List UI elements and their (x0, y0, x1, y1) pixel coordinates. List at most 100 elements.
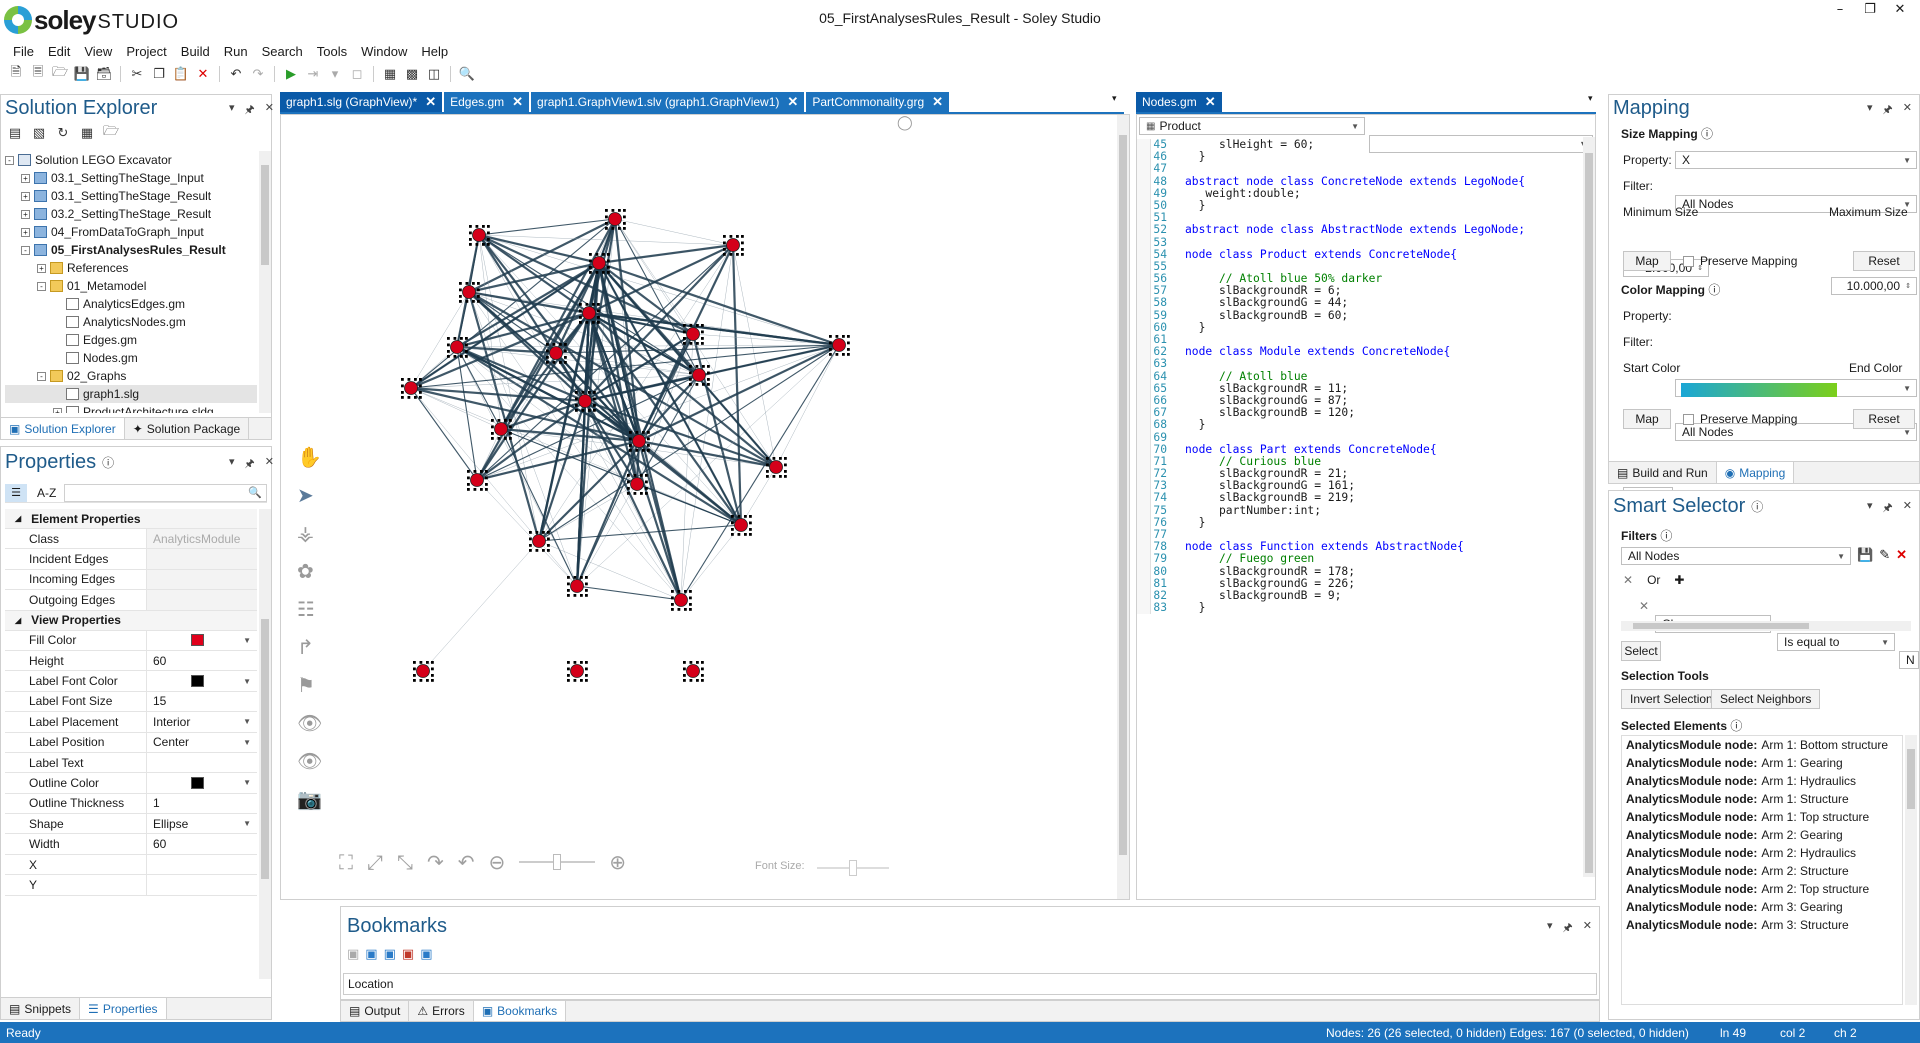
node-shape[interactable] (404, 381, 418, 395)
selection-handle[interactable] (414, 396, 417, 399)
expand-toggle-icon[interactable]: - (21, 245, 30, 255)
selection-handle[interactable] (593, 409, 596, 412)
expand-toggle-icon[interactable]: + (21, 173, 30, 183)
selection-handle[interactable] (407, 378, 411, 381)
find-icon[interactable]: 🔍 (459, 66, 475, 82)
code-line[interactable]: 60 } (1137, 321, 1581, 334)
selection-handle[interactable] (744, 515, 747, 518)
code-line[interactable]: 79 // Fuego green (1137, 553, 1581, 566)
close-icon[interactable]: ✕ (265, 101, 274, 120)
property-value[interactable]: 60 (147, 834, 257, 853)
selection-handle[interactable] (509, 425, 512, 429)
code-line[interactable]: 68 } (1137, 419, 1581, 432)
selection-handle[interactable] (723, 248, 726, 251)
selection-handle[interactable] (744, 533, 747, 536)
graph-edge[interactable] (538, 440, 640, 542)
scroll-thumb[interactable] (1585, 153, 1593, 873)
selection-handle[interactable] (472, 282, 475, 285)
selection-handle[interactable] (602, 253, 605, 256)
or-label[interactable]: Or (1647, 573, 1660, 587)
node-shape[interactable] (470, 473, 484, 487)
code-editor[interactable]: ▦ Product ▼ ▼ 45 slHeight = 60;46 }4748a… (1136, 114, 1596, 900)
selection-handle[interactable] (431, 679, 434, 682)
selection-handle[interactable] (707, 371, 710, 375)
list-item[interactable]: AnalyticsModule node: Arm 2: Gearing (1626, 826, 1902, 844)
categorized-icon[interactable]: ☰ (5, 483, 27, 502)
selection-handle[interactable] (546, 349, 549, 353)
selection-handle[interactable] (579, 303, 582, 306)
pin-icon[interactable]: 🖈 (245, 455, 255, 474)
expand-toggle-icon[interactable]: + (21, 227, 30, 237)
selection-handle[interactable] (645, 480, 648, 484)
code-scrollbar[interactable] (1583, 137, 1595, 877)
undo-icon[interactable]: ↶ (228, 66, 244, 82)
menu-build[interactable]: Build (174, 44, 217, 59)
selection-handle[interactable] (509, 419, 512, 422)
selection-handle[interactable] (535, 531, 539, 534)
fit-screen-icon[interactable]: ⛶ (339, 850, 353, 874)
selection-handle[interactable] (627, 480, 630, 484)
close-button[interactable]: ✕ (1886, 2, 1914, 20)
selection-handle[interactable] (413, 674, 416, 677)
selection-handle[interactable] (689, 365, 692, 368)
selection-handle[interactable] (504, 419, 507, 422)
save-icon[interactable]: 💾 (74, 66, 90, 82)
selection-handle[interactable] (618, 227, 621, 230)
selection-handle[interactable] (647, 437, 650, 441)
tree-item[interactable]: Edges.gm (5, 331, 257, 349)
selection-handle[interactable] (529, 537, 532, 541)
select-button[interactable]: Select (1621, 641, 1661, 661)
selection-handle[interactable] (469, 243, 472, 246)
expand-toggle-icon[interactable]: - (37, 281, 46, 291)
pin-icon[interactable]: 🖈 (245, 101, 255, 120)
selection-handle[interactable] (413, 667, 416, 671)
restore-button[interactable]: ❐ (1856, 2, 1884, 20)
selection-handle[interactable] (529, 544, 532, 547)
selection-handle[interactable] (559, 343, 562, 346)
tree-item[interactable]: AnalyticsEdges.gm (5, 295, 257, 313)
selection-handle[interactable] (431, 661, 434, 664)
dropdown-icon[interactable]: ▾ (1867, 101, 1873, 120)
selection-handle[interactable] (689, 603, 692, 606)
selection-handle[interactable] (701, 324, 704, 327)
selection-handle[interactable] (684, 608, 687, 611)
selection-handle[interactable] (683, 342, 686, 345)
new-file-icon[interactable]: 🗎 (8, 65, 24, 82)
selection-handle[interactable] (559, 361, 562, 364)
open-icon[interactable]: 🗁 (52, 65, 68, 82)
selection-handle[interactable] (766, 463, 769, 467)
graph-edge[interactable] (500, 428, 578, 587)
selection-handle[interactable] (671, 603, 674, 606)
selection-handle[interactable] (829, 335, 832, 338)
invert-selection-button[interactable]: Invert Selection (1621, 689, 1722, 709)
graph-edge[interactable] (410, 346, 458, 389)
selection-handle[interactable] (695, 383, 699, 386)
selection-handle[interactable] (779, 457, 782, 460)
color-preserve-checkbox[interactable]: Preserve Mapping (1683, 412, 1797, 426)
selection-handle[interactable] (535, 549, 539, 552)
selection-handle[interactable] (485, 488, 488, 491)
selection-handle[interactable] (473, 470, 477, 473)
graph-vscrollbar[interactable] (1117, 115, 1129, 899)
selection-handle[interactable] (460, 355, 463, 358)
selection-handle[interactable] (829, 341, 832, 345)
graph-edge[interactable] (538, 524, 742, 542)
selection-handle[interactable] (741, 241, 744, 245)
selection-handle[interactable] (480, 488, 483, 491)
expand-toggle-icon[interactable]: - (37, 371, 46, 381)
selection-handle[interactable] (546, 356, 549, 359)
list-item[interactable]: AnalyticsModule node: Arm 3: Structure (1626, 916, 1902, 934)
code-line[interactable]: 53 (1137, 236, 1581, 249)
node-shape[interactable] (570, 579, 584, 593)
selection-handle[interactable] (683, 330, 686, 334)
tab-nodes-gm[interactable]: Nodes.gm ✕ (1136, 92, 1222, 112)
chevron-down-icon[interactable]: ▼ (243, 636, 251, 645)
node-shape[interactable] (608, 212, 622, 226)
menu-search[interactable]: Search (255, 44, 310, 59)
selection-handle[interactable] (723, 241, 726, 245)
selection-handle[interactable] (737, 515, 741, 518)
selection-handle[interactable] (749, 528, 752, 531)
info-icon[interactable]: ⓘ (102, 454, 114, 471)
redo-icon[interactable]: ↷ (250, 66, 266, 82)
selection-handle[interactable] (419, 391, 422, 394)
